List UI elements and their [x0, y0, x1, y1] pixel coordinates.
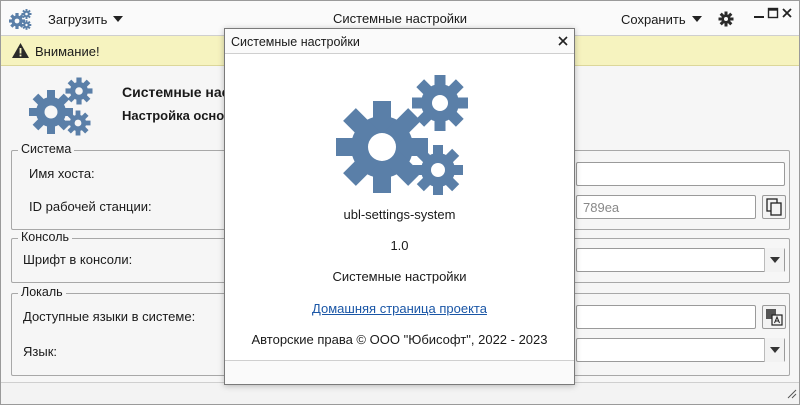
chevron-down-icon[interactable] — [764, 248, 784, 272]
page-subtitle: Настройка осно — [122, 108, 225, 123]
gears-icon — [29, 77, 93, 136]
status-bar — [1, 382, 799, 404]
copy-button[interactable] — [762, 195, 786, 219]
gear-icon[interactable] — [718, 11, 734, 27]
about-dialog-title: Системные настройки — [231, 35, 360, 49]
translate-icon — [766, 309, 783, 326]
gears-icon — [336, 75, 468, 195]
about-description: Системные настройки — [332, 269, 467, 284]
workstation-id-label: ID рабочей станции: — [29, 199, 152, 214]
about-homepage: Домашняя страница проекта — [225, 301, 574, 316]
about-version: 1.0 — [390, 238, 409, 253]
about-app-name: ubl-settings-system — [343, 207, 456, 222]
warning-triangle-icon — [12, 43, 29, 58]
copy-icon — [766, 198, 782, 216]
minimize-icon[interactable] — [753, 7, 765, 19]
workstation-id-input[interactable]: 789ea — [576, 195, 756, 219]
maximize-icon[interactable] — [767, 7, 779, 19]
save-button-label: Сохранить — [621, 11, 686, 27]
close-icon[interactable] — [781, 7, 793, 19]
close-icon[interactable] — [557, 35, 569, 47]
resize-grip-icon[interactable] — [785, 387, 797, 399]
available-languages-label: Доступные языки в системе: — [23, 309, 196, 324]
language-select[interactable] — [576, 338, 785, 362]
save-button[interactable]: Сохранить — [621, 10, 702, 28]
chevron-down-icon[interactable] — [764, 338, 784, 362]
hostname-label: Имя хоста: — [29, 166, 95, 181]
page-title: Системные нас — [122, 84, 230, 100]
group-locale-legend: Локаль — [18, 285, 66, 299]
available-languages-input[interactable] — [576, 305, 756, 329]
language-label: Язык: — [23, 344, 57, 359]
about-copyright: Авторские права © ООО "Юбисофт", 2022 - … — [251, 332, 548, 347]
chevron-down-icon — [691, 16, 702, 22]
homepage-link[interactable]: Домашняя страница проекта — [312, 301, 487, 316]
about-dialog-header: Системные настройки — [225, 29, 574, 54]
group-system-legend: Система — [18, 142, 75, 156]
translate-button[interactable] — [762, 305, 786, 329]
console-font-select[interactable] — [576, 248, 785, 272]
about-dialog-footer — [225, 360, 574, 384]
console-font-label: Шрифт в консоли: — [23, 252, 133, 267]
about-dialog: Системные настройки ubl-settings-system … — [224, 28, 575, 385]
group-console-legend: Консоль — [18, 230, 73, 244]
hostname-input[interactable] — [576, 162, 785, 186]
warning-text: Внимание! — [35, 44, 100, 59]
